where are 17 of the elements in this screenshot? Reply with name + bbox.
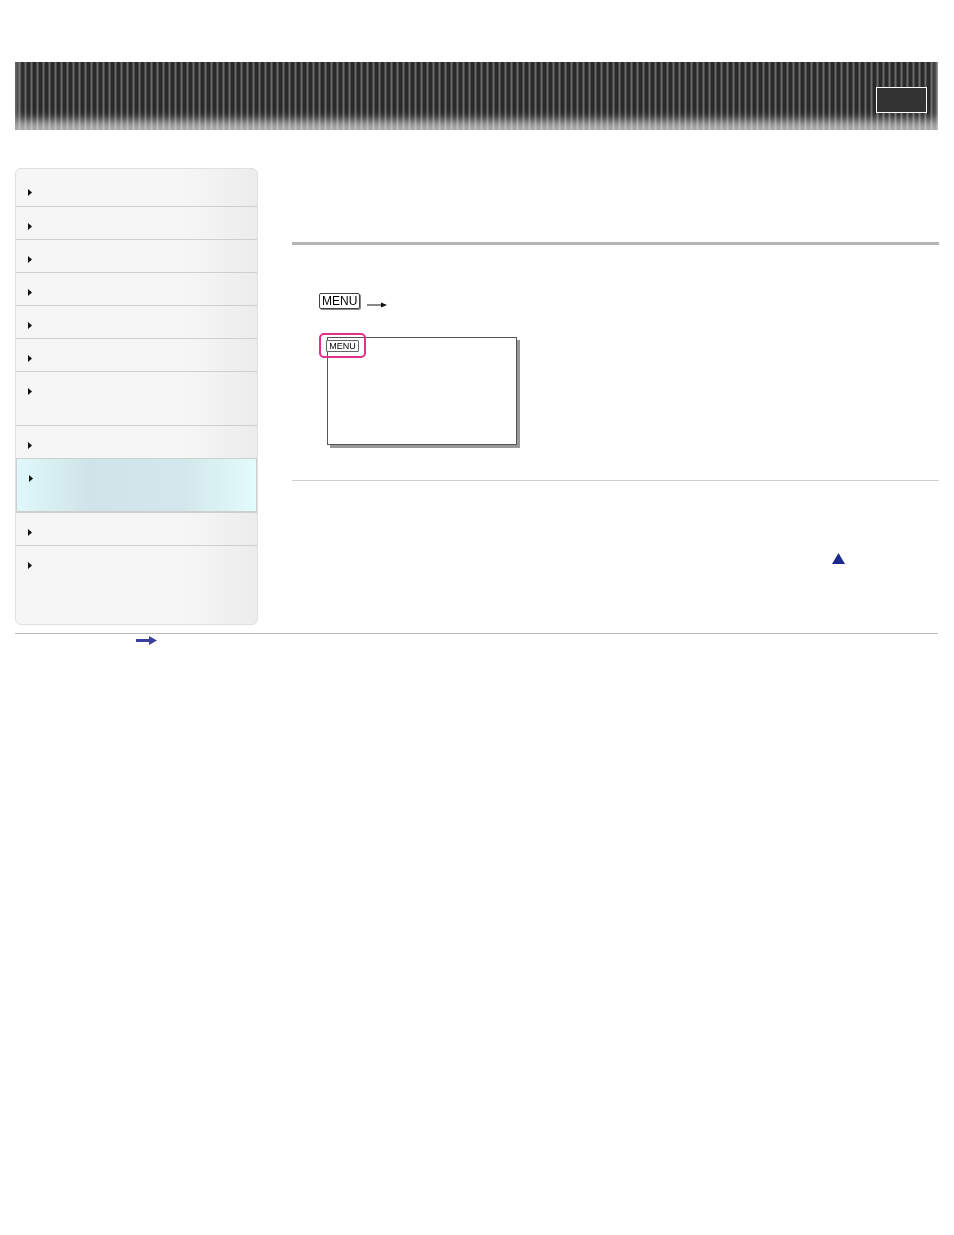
caret-icon (28, 256, 32, 263)
sidebar-item[interactable] (16, 458, 257, 512)
caret-icon (28, 355, 32, 362)
caret-icon (28, 223, 32, 230)
caret-icon (28, 322, 32, 329)
caret-icon (29, 475, 33, 482)
arrow-right-icon[interactable] (136, 636, 157, 645)
header-button[interactable] (876, 87, 927, 113)
arrow-right-icon (367, 302, 388, 308)
back-to-top-icon[interactable] (832, 553, 845, 564)
caret-icon (28, 529, 32, 536)
caret-icon (28, 442, 32, 449)
caret-icon (28, 289, 32, 296)
caret-icon (28, 388, 32, 395)
caret-icon (28, 562, 32, 569)
menu-key: MENU (319, 293, 361, 309)
caret-icon (28, 189, 32, 196)
